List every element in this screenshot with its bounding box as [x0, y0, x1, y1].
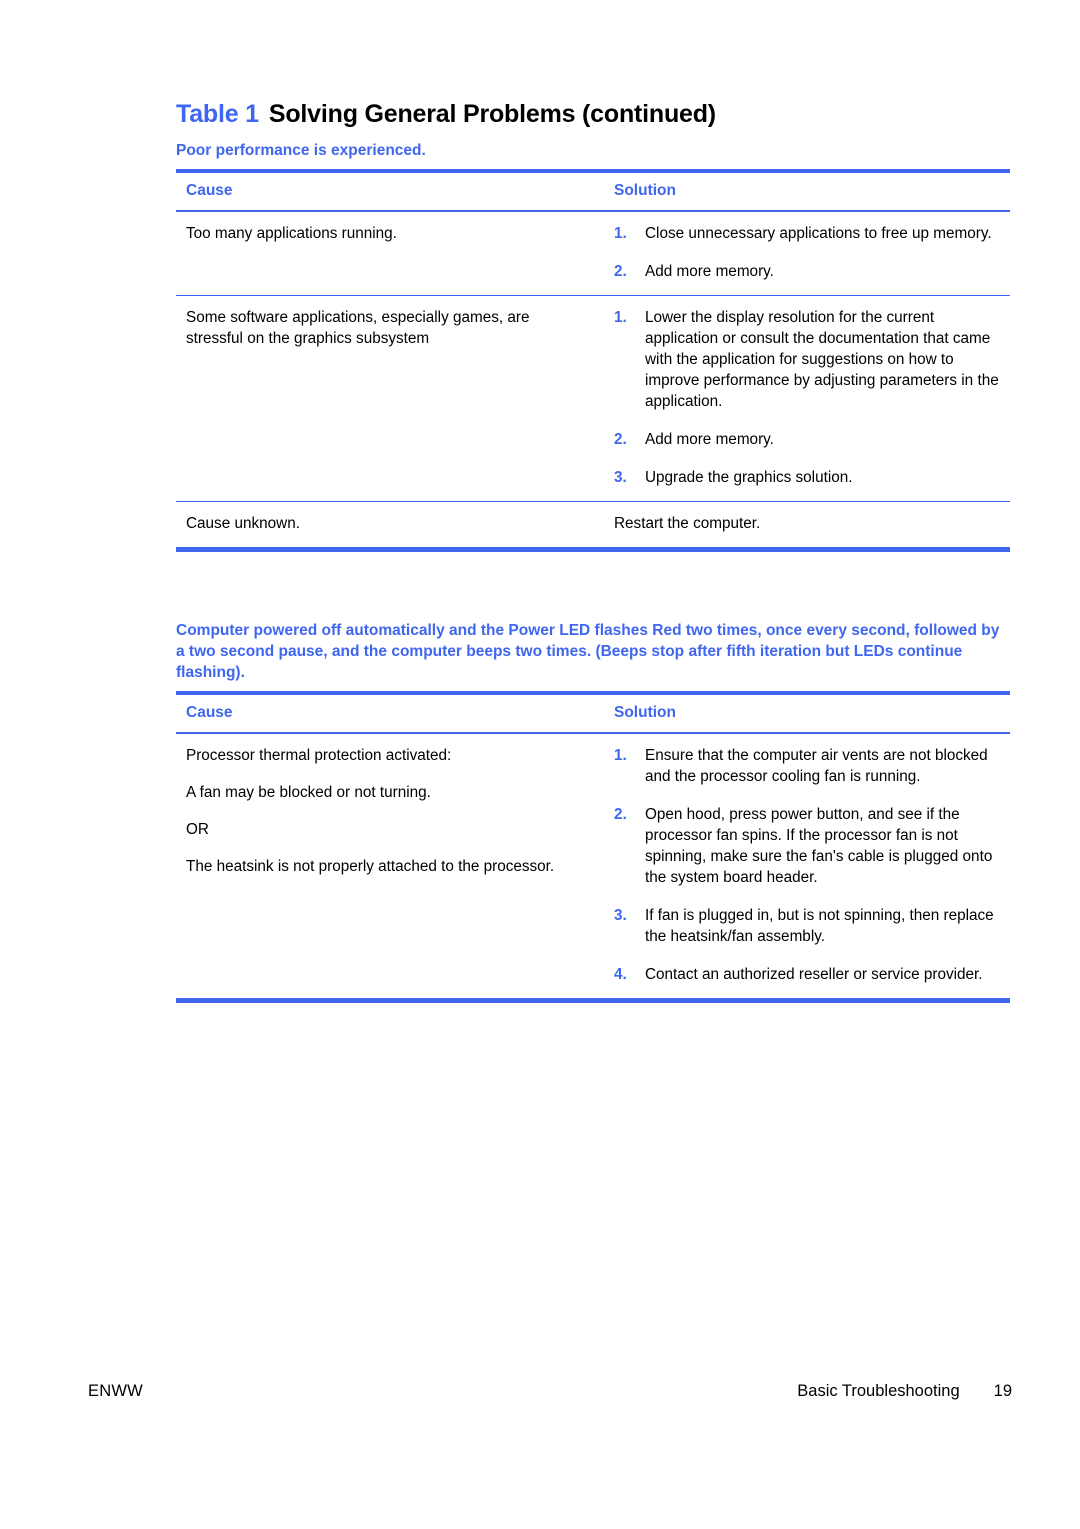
table-row: Processor thermal protection activated: … [176, 734, 1010, 998]
solution-item: 1. Lower the display resolution for the … [614, 307, 1002, 412]
cell-cause: Cause unknown. [176, 513, 600, 534]
solution-item-text: Lower the display resolution for the cur… [645, 309, 999, 410]
solution-item-number: 3. [614, 469, 627, 486]
solution-item-text: Close unnecessary applications to free u… [645, 225, 992, 242]
solution-item-text: Open hood, press power button, and see i… [645, 806, 993, 886]
document-page: Table 1 Solving General Problems (continu… [0, 0, 1080, 1529]
column-header-cause: Cause [186, 182, 233, 199]
solution-item-text: Contact an authorized reseller or servic… [645, 966, 983, 983]
solution-list: 1. Close unnecessary applications to fre… [614, 223, 1002, 282]
table-header-row: Cause Solution [176, 173, 1010, 210]
column-header-solution: Solution [614, 704, 676, 721]
solution-text: Restart the computer. [614, 515, 761, 532]
solution-item-text: Add more memory. [645, 431, 774, 448]
solution-item-number: 1. [614, 747, 627, 764]
table-power-led-two-flashes: Computer powered off automatically and t… [176, 620, 1010, 1003]
solution-item-text: Upgrade the graphics solution. [645, 469, 853, 486]
cause-paragraph: Processor thermal protection activated: [186, 747, 452, 764]
cause-paragraph: A fan may be blocked or not turning. [186, 784, 431, 801]
solution-item: 2. Open hood, press power button, and se… [614, 804, 1002, 888]
table-row: Too many applications running. 1. Close … [176, 212, 1010, 295]
solution-item-number: 1. [614, 225, 627, 242]
cause-paragraph: Cause unknown. [186, 515, 300, 532]
table-title-text: Solving General Problems (continued) [268, 100, 716, 128]
column-header-solution: Solution [614, 182, 676, 199]
solution-item-number: 1. [614, 309, 627, 326]
cell-cause: Some software applications, especially g… [176, 307, 600, 349]
table-poor-performance: Poor performance is experienced. Cause S… [176, 140, 1010, 552]
solution-item: 3. If fan is plugged in, but is not spin… [614, 905, 1002, 947]
solution-item-text: Ensure that the computer air vents are n… [645, 747, 988, 785]
solution-list: 1. Lower the display resolution for the … [614, 307, 1002, 488]
page-title: Table 1 Solving General Problems (continu… [176, 100, 1016, 129]
solution-item: 3. Upgrade the graphics solution. [614, 467, 1002, 488]
table-caption: Poor performance is experienced. [176, 142, 426, 159]
cause-paragraph: Too many applications running. [186, 225, 397, 242]
solution-item: 2. Add more memory. [614, 429, 1002, 450]
cell-solution: 1. Lower the display resolution for the … [600, 307, 1010, 488]
cause-paragraph: The heatsink is not properly attached to… [186, 858, 555, 875]
table-row: Some software applications, especially g… [176, 296, 1010, 501]
cell-solution: Restart the computer. [600, 513, 1010, 534]
solution-item-text: If fan is plugged in, but is not spinnin… [645, 907, 994, 945]
solution-item: 1. Close unnecessary applications to fre… [614, 223, 1002, 244]
footer-page-number: 19 [993, 1382, 1012, 1400]
table-caption: Computer powered off automatically and t… [176, 622, 1000, 681]
solution-item: 4. Contact an authorized reseller or ser… [614, 964, 1002, 985]
cell-cause: Too many applications running. [176, 223, 600, 244]
table-bottom-rule [176, 547, 1010, 552]
table-header-row: Cause Solution [176, 695, 1010, 732]
column-header-cause: Cause [186, 704, 233, 721]
solution-item-number: 2. [614, 806, 627, 823]
solution-item-number: 2. [614, 263, 627, 280]
cell-cause: Processor thermal protection activated: … [176, 745, 600, 877]
table-number: Table 1 [176, 100, 259, 128]
footer-section-name: Basic Troubleshooting [797, 1382, 960, 1400]
solution-item-number: 2. [614, 431, 627, 448]
cell-solution: 1. Ensure that the computer air vents ar… [600, 745, 1010, 985]
solution-item-number: 3. [614, 907, 627, 924]
cause-paragraph: OR [186, 821, 209, 838]
footer-right-group: Basic Troubleshooting 19 [797, 1382, 1012, 1401]
solution-item: 2. Add more memory. [614, 261, 1002, 282]
cell-solution: 1. Close unnecessary applications to fre… [600, 223, 1010, 282]
table-row: Cause unknown. Restart the computer. [176, 502, 1010, 547]
solution-item-number: 4. [614, 966, 627, 983]
table-bottom-rule [176, 998, 1010, 1003]
solution-item: 1. Ensure that the computer air vents ar… [614, 745, 1002, 787]
footer-language-code: ENWW [88, 1382, 143, 1400]
solution-item-text: Add more memory. [645, 263, 774, 280]
cause-paragraph: Some software applications, especially g… [186, 309, 530, 347]
page-footer: ENWW Basic Troubleshooting 19 [0, 1382, 1080, 1408]
solution-list: 1. Ensure that the computer air vents ar… [614, 745, 1002, 985]
